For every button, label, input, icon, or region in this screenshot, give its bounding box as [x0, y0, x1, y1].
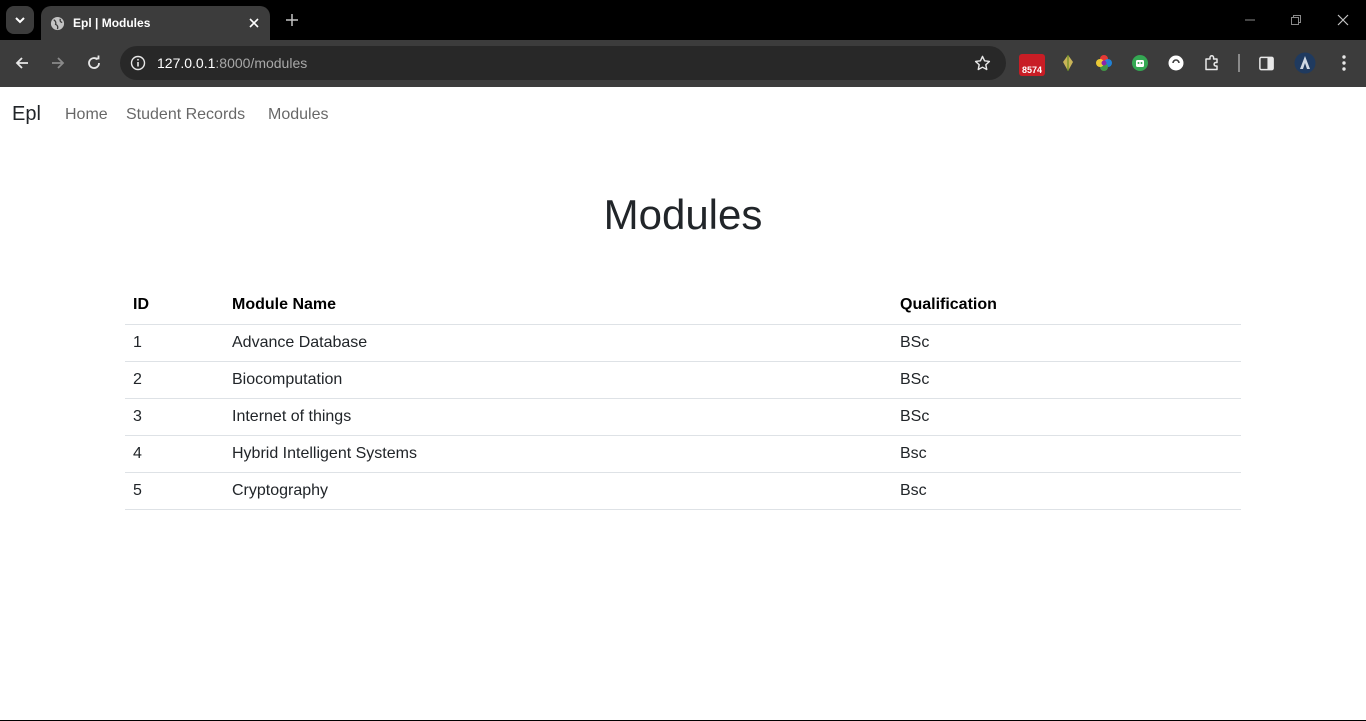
extension-color-wheel-icon[interactable]	[1092, 51, 1116, 75]
extension-robot-icon[interactable]	[1128, 51, 1152, 75]
extension-leaf-icon[interactable]	[1056, 51, 1080, 75]
browser-tab[interactable]: Epl | Modules	[41, 6, 270, 40]
cell-module-name: Hybrid Intelligent Systems	[224, 435, 892, 473]
cell-qualification: BSc	[892, 398, 1241, 436]
cell-id: 2	[125, 361, 224, 399]
cell-id: 4	[125, 435, 224, 473]
restore-icon	[1291, 15, 1301, 25]
table-row: 4 Hybrid Intelligent Systems Bsc	[125, 435, 1241, 473]
cell-qualification: BSc	[892, 324, 1241, 362]
forward-arrow-icon	[52, 57, 65, 69]
table-row: 2 Biocomputation BSc	[125, 361, 1241, 399]
cell-module-name: Cryptography	[224, 472, 892, 510]
window-close-button[interactable]	[1333, 10, 1353, 30]
forward-button[interactable]	[46, 51, 70, 75]
page-viewport: Epl Home Student Records Modules Modules…	[0, 87, 1366, 720]
cell-id: 1	[125, 324, 224, 362]
toolbar-separator	[1238, 54, 1240, 72]
cell-id: 5	[125, 472, 224, 510]
globe-icon	[49, 15, 65, 31]
cell-qualification: BSc	[892, 361, 1241, 399]
back-arrow-icon	[15, 57, 28, 69]
minimize-button[interactable]	[1240, 10, 1260, 30]
plus-icon	[286, 14, 298, 26]
table-row: 3 Internet of things BSc	[125, 398, 1241, 436]
page-title: Modules	[603, 191, 763, 238]
chevron-down-icon	[15, 17, 25, 24]
column-header-qualification: Qualification	[892, 287, 1241, 325]
more-vert-icon[interactable]	[1332, 51, 1356, 75]
extension-circle-icon[interactable]	[1164, 51, 1188, 75]
new-tab-button[interactable]	[281, 9, 303, 31]
avatar[interactable]	[1293, 51, 1317, 75]
table-header-row: ID Module Name Qualification	[125, 287, 1241, 325]
cell-module-name: Biocomputation	[224, 361, 892, 399]
cell-module-name: Internet of things	[224, 398, 892, 436]
url-text: 127.0.0.1:8000/modules	[157, 55, 307, 71]
nav-link-modules[interactable]: Modules	[268, 106, 328, 124]
info-icon[interactable]	[128, 53, 148, 73]
table-row: 1 Advance Database BSc	[125, 324, 1241, 362]
minimize-icon	[1245, 19, 1255, 21]
reload-button[interactable]	[82, 51, 106, 75]
star-icon[interactable]	[972, 53, 992, 73]
url-host: 127.0.0.1	[157, 55, 216, 71]
close-icon[interactable]	[244, 13, 264, 33]
cell-qualification: Bsc	[892, 435, 1241, 473]
modules-table: ID Module Name Qualification 1 Advance D…	[125, 287, 1241, 510]
browser-toolbar: 127.0.0.1:8000/modules	[0, 40, 1366, 87]
cell-module-name: Advance Database	[224, 324, 892, 362]
extension-badge-count: 8574	[1021, 65, 1043, 75]
close-icon	[1337, 14, 1349, 26]
column-header-id: ID	[125, 287, 224, 325]
url-path: :8000/modules	[215, 55, 308, 71]
nav-link-home[interactable]: Home	[65, 106, 108, 124]
restore-button[interactable]	[1286, 10, 1306, 30]
nav-link-student-records[interactable]: Student Records	[126, 106, 245, 124]
tab-search-button[interactable]	[6, 6, 34, 34]
tab-strip: Epl | Modules	[0, 0, 1366, 40]
puzzle-icon[interactable]	[1200, 51, 1224, 75]
column-header-module-name: Module Name	[224, 287, 892, 325]
side-panel-icon[interactable]	[1254, 51, 1278, 75]
navbar-brand[interactable]: Epl	[12, 103, 41, 126]
tab-title: Epl | Modules	[73, 16, 151, 30]
table-row: 5 Cryptography Bsc	[125, 472, 1241, 510]
back-button[interactable]	[10, 51, 34, 75]
cell-qualification: Bsc	[892, 472, 1241, 510]
address-bar[interactable]: 127.0.0.1:8000/modules	[120, 46, 1006, 80]
reload-icon	[88, 55, 100, 69]
cell-id: 3	[125, 398, 224, 436]
site-navbar: Epl Home Student Records Modules	[0, 87, 1366, 143]
extension-badge[interactable]: 8574	[1019, 54, 1045, 76]
